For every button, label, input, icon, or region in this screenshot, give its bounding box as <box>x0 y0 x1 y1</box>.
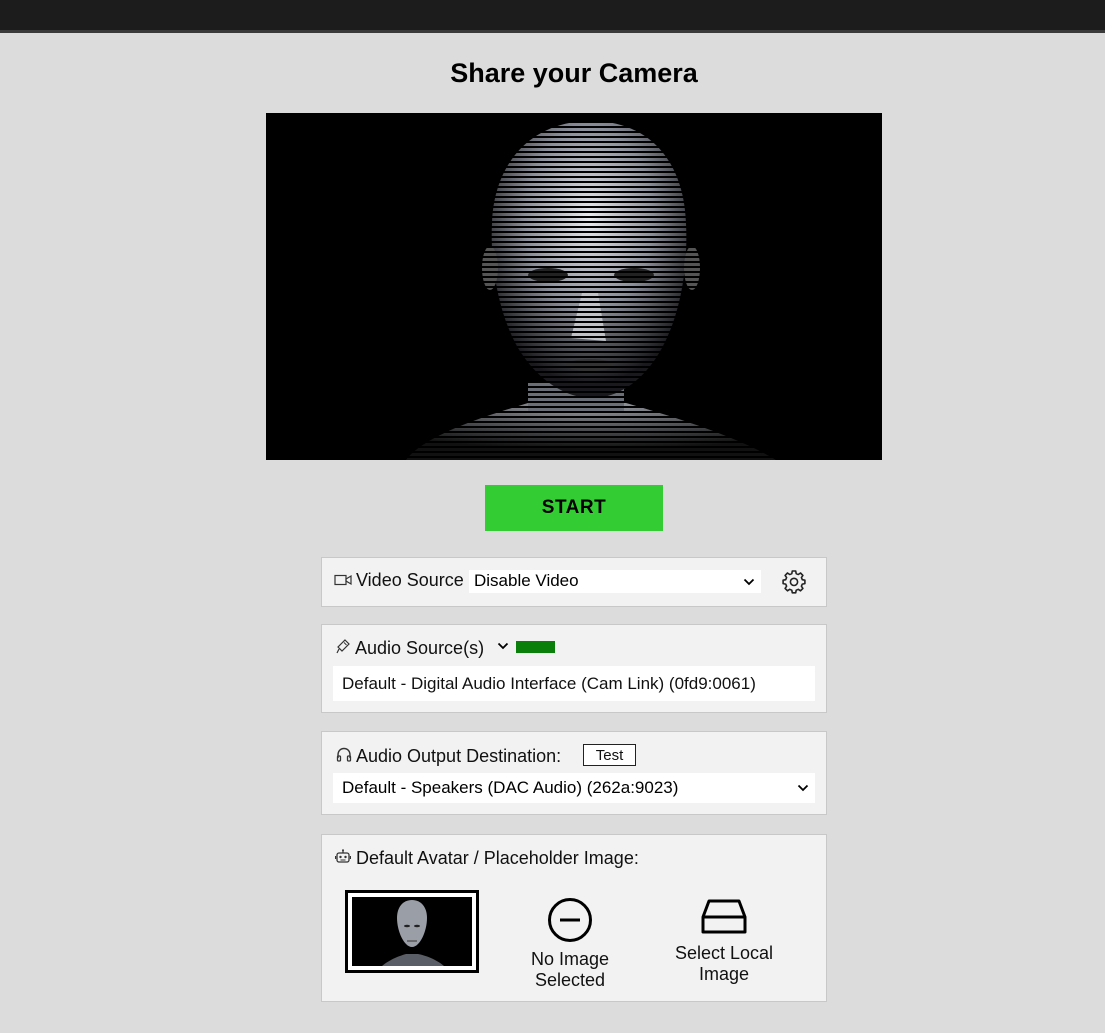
audio-output-label: Audio Output Destination: <box>356 746 562 766</box>
video-camera-icon <box>334 574 352 586</box>
minus-circle-icon <box>548 898 592 942</box>
audio-output-selected: Default - Speakers (DAC Audio) (262a:902… <box>342 778 679 797</box>
video-source-panel: Video Source Disable Video <box>321 557 827 607</box>
no-image-option[interactable]: No Image Selected <box>520 897 620 991</box>
start-button[interactable]: START <box>485 485 663 531</box>
top-bar <box>0 0 1105 33</box>
avatar-thumbnail-image <box>352 897 472 966</box>
avatar-panel: Default Avatar / Placeholder Image: No I… <box>321 834 827 1002</box>
no-image-label: No Image Selected <box>530 949 610 990</box>
headphones-icon <box>336 747 352 762</box>
camera-preview-image <box>266 113 882 460</box>
select-local-image-label: Select Local Image <box>674 943 774 984</box>
robot-icon <box>335 849 351 863</box>
video-source-label: Video Source <box>356 570 464 590</box>
page-title: Share your Camera <box>450 58 698 88</box>
avatar-face-image <box>352 897 472 966</box>
select-local-image-option[interactable]: Select Local Image <box>662 897 786 985</box>
chevron-down-icon <box>743 578 755 585</box>
audio-source-label: Audio Source(s) <box>355 638 485 658</box>
audio-level-meter <box>516 641 555 653</box>
camera-preview <box>266 113 882 460</box>
avatar-thumbnail-selected[interactable] <box>345 890 479 973</box>
audio-source-option[interactable]: Default - Digital Audio Interface (Cam L… <box>333 666 815 701</box>
chevron-down-icon <box>797 784 809 792</box>
test-audio-button[interactable]: Test <box>583 744 636 766</box>
audio-source-panel: Audio Source(s) Default - Digital Audio … <box>321 624 827 713</box>
audio-output-panel: Audio Output Destination: Test Default -… <box>321 731 827 815</box>
hard-drive-icon <box>701 899 747 934</box>
audio-source-toggle[interactable] <box>497 642 509 650</box>
avatar-label: Default Avatar / Placeholder Image: <box>356 848 639 868</box>
video-source-select[interactable]: Disable Video <box>469 570 761 593</box>
microphone-icon <box>336 639 350 654</box>
video-source-selected: Disable Video <box>474 571 579 590</box>
gear-icon[interactable] <box>782 570 806 594</box>
audio-output-select[interactable]: Default - Speakers (DAC Audio) (262a:902… <box>333 773 815 803</box>
